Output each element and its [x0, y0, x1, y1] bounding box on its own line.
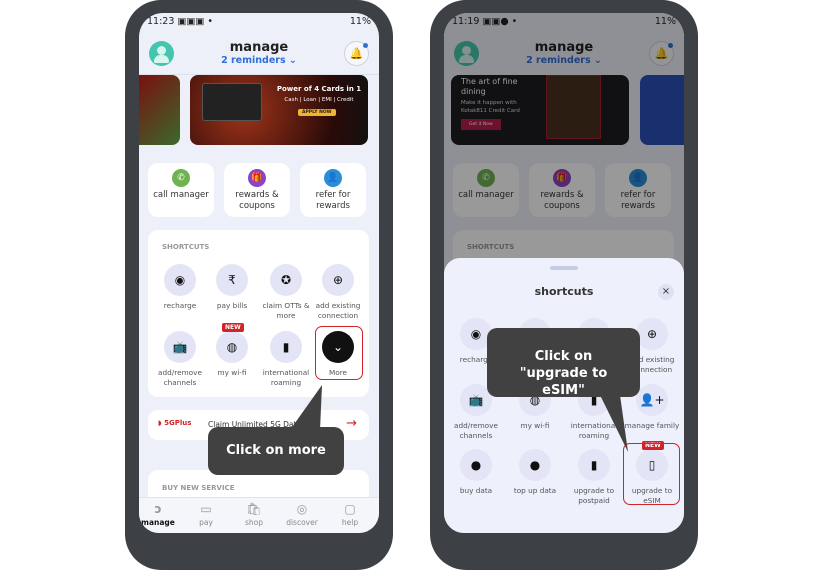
callout-click-esim: Click on "upgrade to eSIM"	[487, 328, 640, 398]
callout-pointer-right	[600, 395, 628, 452]
